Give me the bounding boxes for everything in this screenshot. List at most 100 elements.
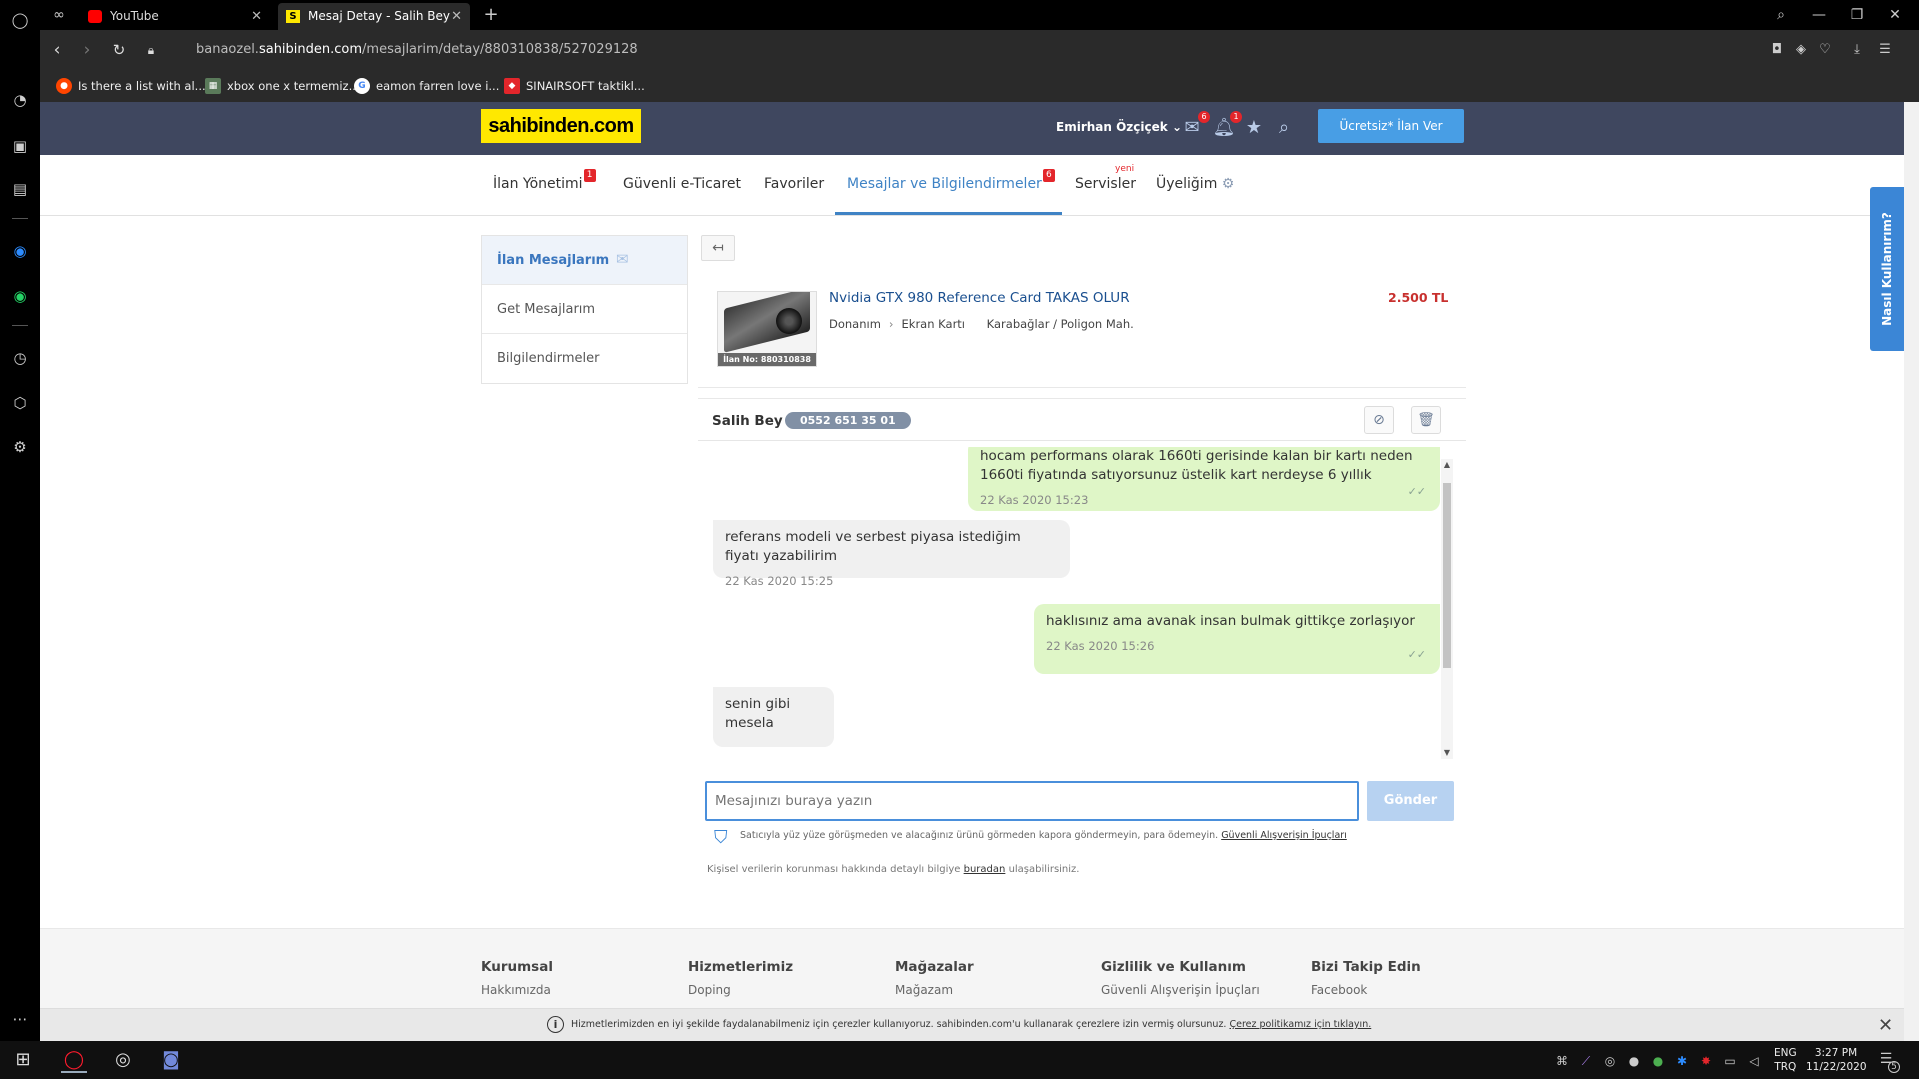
tab-youtube[interactable]: YouTube ✕ <box>80 3 270 30</box>
tab-mesaj-detay[interactable]: S Mesaj Detay - Salih Bey ✕ <box>278 3 470 30</box>
tray-pen-icon[interactable]: ⟋ <box>1578 1053 1594 1069</box>
privacy-link[interactable]: buradan <box>964 864 1006 875</box>
extensions-icon[interactable]: ⬡ <box>9 392 31 414</box>
steam-icon[interactable]: ◎ <box>110 1047 136 1073</box>
tray-mic-icon[interactable]: ● <box>1626 1053 1642 1069</box>
listing-thumbnail[interactable]: İlan No: 880310838 <box>717 291 817 367</box>
close-window-icon[interactable]: ✕ <box>1880 0 1910 30</box>
footer-link[interactable]: Facebook <box>1311 983 1421 997</box>
nav-guvenli-eticaret[interactable]: Güvenli e-Ticaret <box>623 176 741 192</box>
help-tab[interactable]: Nasıl Kullanırım? <box>1870 187 1904 351</box>
speed-dial-icon[interactable]: ◔ <box>9 89 31 111</box>
messages-icon[interactable]: ✉ 6 <box>1180 111 1210 140</box>
bookmark-item[interactable]: ● Is there a list with al... <box>56 77 206 95</box>
messenger-icon[interactable]: ◉ <box>9 240 31 262</box>
nav-mesajlar[interactable]: Mesajlar ve Bilgilendirmeler 6 <box>847 169 1055 192</box>
close-tab-icon[interactable]: ✕ <box>251 3 262 30</box>
site-logo[interactable]: sahibinden.com <box>481 109 641 143</box>
menu-bilgilendirmeler[interactable]: Bilgilendirmeler <box>482 334 687 383</box>
nav-servisler[interactable]: Servisler <box>1075 176 1136 192</box>
reload-icon[interactable]: ↻ <box>108 38 130 62</box>
message-scrollbar[interactable]: ▲ ▼ <box>1441 459 1453 759</box>
footer-link[interactable]: Güvenli Alışverişin İpuçları <box>1101 983 1260 997</box>
history-icon[interactable]: ◷ <box>9 347 31 369</box>
menu-label: İlan Mesajlarım <box>497 253 610 268</box>
nav-favoriler[interactable]: Favoriler <box>764 176 824 192</box>
cookie-policy-link[interactable]: Çerez politikamız için tıklayın. <box>1230 1019 1372 1030</box>
wallet-icon[interactable]: ▣ <box>9 135 31 157</box>
star-icon[interactable]: ★ <box>1242 116 1266 140</box>
listing-price: 2.500 TL <box>1388 290 1449 305</box>
gear-icon[interactable]: ⚙ <box>1222 176 1235 192</box>
message-text: haklısınız ama avanak insan bulmak gitti… <box>1046 613 1415 629</box>
url-path: /mesajlarim/detay/880310838/527029128 <box>362 42 638 57</box>
discord-icon[interactable]: ◙ <box>158 1047 184 1073</box>
clock[interactable]: 3:27 PM 11/22/2020 <box>1806 1046 1867 1074</box>
bookmark-item[interactable]: G eamon farren love i... <box>354 77 499 95</box>
tray-steam-icon[interactable]: ◎ <box>1602 1053 1618 1069</box>
page-scrollbar[interactable] <box>1904 102 1919 1041</box>
new-tab-icon[interactable]: + <box>476 0 506 30</box>
search-tabs-icon[interactable]: ⌕ <box>1766 0 1796 30</box>
contact-phone: 0552 651 35 01 <box>785 412 911 429</box>
menu-ilan-mesajlarim[interactable]: İlan Mesajlarım ✉ <box>482 236 687 285</box>
easy-setup-icon[interactable]: ☰ <box>1876 41 1894 59</box>
network-icon[interactable]: ▭ <box>1722 1053 1738 1069</box>
footer-link[interactable]: Mağazam <box>895 983 974 997</box>
footer-link[interactable]: Hakkımızda <box>481 983 553 997</box>
back-button[interactable]: ↤ <box>701 235 735 261</box>
restore-icon[interactable]: ❐ <box>1842 0 1872 30</box>
nav-label: Favoriler <box>764 176 825 192</box>
tray-alert-icon[interactable]: ✸ <box>1698 1053 1714 1069</box>
opera-icon[interactable]: ◯ <box>61 1047 87 1073</box>
footer-link[interactable]: Doping <box>688 983 793 997</box>
send-button[interactable]: Gönder <box>1367 781 1454 821</box>
safety-tips-link[interactable]: Güvenli Alışverişin İpuçları <box>1221 830 1347 841</box>
opera-menu-icon[interactable]: ◯ <box>9 9 31 31</box>
delete-button[interactable]: 🗑︎ <box>1411 406 1441 434</box>
bookmark-item[interactable]: ▦ xbox one x termemiz... <box>205 77 360 95</box>
scroll-thumb[interactable] <box>1443 483 1451 668</box>
post-ad-button[interactable]: Ücretsiz* İlan Ver <box>1318 109 1464 143</box>
adblock-icon[interactable]: ◈ <box>1792 41 1810 59</box>
complaint-button[interactable]: ⊘ <box>1364 406 1394 434</box>
menu-get-mesajlarim[interactable]: Get Mesajlarım <box>482 285 687 334</box>
workspaces-icon[interactable]: ∞ <box>44 0 74 30</box>
listing-title[interactable]: Nvidia GTX 980 Reference Card TAKAS OLUR <box>829 290 1130 306</box>
snapshot-icon[interactable]: ◘ <box>1768 41 1786 59</box>
more-icon[interactable]: ⋯ <box>9 1008 31 1030</box>
close-icon[interactable]: ✕ <box>1878 1015 1893 1036</box>
tab-title: Mesaj Detay - Salih Bey <box>308 9 451 23</box>
scroll-down-icon[interactable]: ▼ <box>1441 747 1453 759</box>
message-input[interactable] <box>705 781 1359 821</box>
volume-icon[interactable]: ◁ <box>1746 1053 1762 1069</box>
download-icon[interactable]: ⤓ <box>1848 41 1866 59</box>
subcategory: Ekran Kartı <box>901 317 965 331</box>
settings-icon[interactable]: ⚙ <box>9 436 31 458</box>
back-icon[interactable]: ‹ <box>46 38 68 62</box>
nav-ilan-yonetimi[interactable]: İlan Yönetimi 1 <box>493 169 596 192</box>
bell-icon[interactable]: 🔔︎ 1 <box>1212 111 1242 140</box>
bluetooth-icon[interactable]: ✱ <box>1674 1053 1690 1069</box>
nav-uyeligim[interactable]: Üyeliğim ⚙ <box>1156 176 1234 192</box>
notification-center-icon[interactable]: ☰ 5 <box>1878 1051 1900 1073</box>
windows-start-icon[interactable]: ⊞ <box>10 1047 36 1073</box>
heart-icon[interactable]: ♡ <box>1816 41 1834 59</box>
message-time: 22 Kas 2020 15:23 <box>980 493 1089 507</box>
url-field[interactable]: banaozel.sahibinden.com/mesajlarim/detay… <box>196 42 638 57</box>
message-list: hocam performans olarak 1660ti gerisinde… <box>708 447 1448 761</box>
search-icon[interactable]: ⌕ <box>1272 116 1296 140</box>
bookmark-item[interactable]: ◆ SINAIRSOFT taktikl... <box>504 77 645 95</box>
tray-app-icon[interactable]: ⌘ <box>1554 1053 1570 1069</box>
tray-status-icon[interactable]: ● <box>1650 1053 1666 1069</box>
close-tab-icon[interactable]: ✕ <box>451 3 462 30</box>
scroll-up-icon[interactable]: ▲ <box>1441 459 1453 471</box>
twitch-icon[interactable]: ▤ <box>9 178 31 200</box>
cookie-notice: i Hizmetlerimizden en iyi şekilde faydal… <box>547 1016 1372 1033</box>
whatsapp-icon[interactable]: ◉ <box>9 285 31 307</box>
minimize-icon[interactable]: — <box>1804 0 1834 30</box>
user-menu[interactable]: Emirhan Özçiçek ⌄ <box>1056 120 1182 134</box>
listing-summary: İlan No: 880310838 Nvidia GTX 980 Refere… <box>698 270 1466 388</box>
forward-icon[interactable]: › <box>76 38 98 62</box>
language-indicator[interactable]: ENG TRQ <box>1774 1046 1797 1074</box>
